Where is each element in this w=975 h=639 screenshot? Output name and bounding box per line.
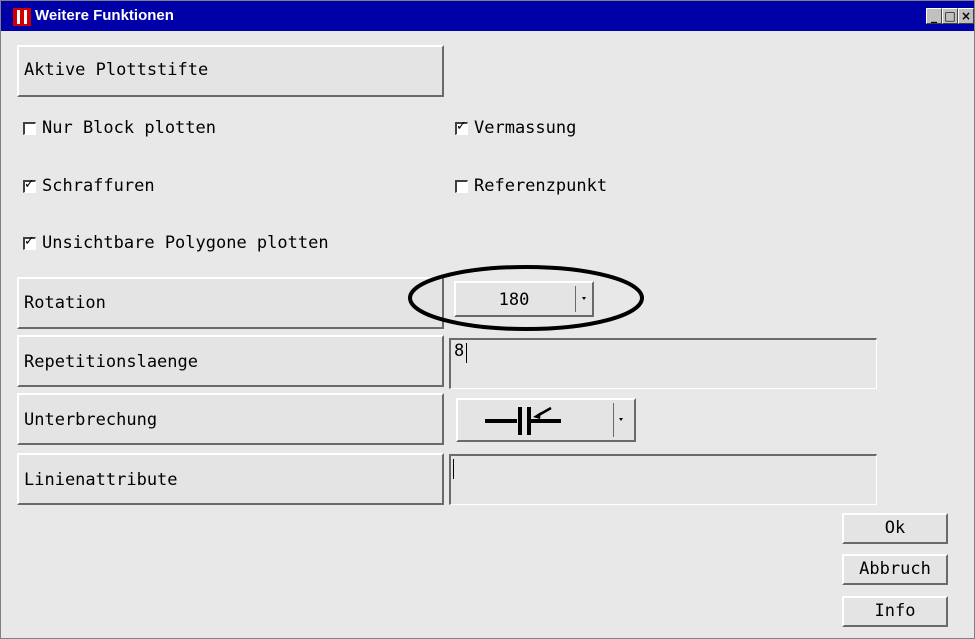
minimize-button[interactable]: _ — [926, 8, 942, 24]
repetition-length-value: 8 — [454, 341, 465, 361]
checkbox-box[interactable] — [23, 121, 36, 135]
title-bar[interactable]: Weitere Funktionen _ □ × — [1, 1, 974, 31]
dialog-window: Weitere Funktionen _ □ × Aktive Plottsti… — [0, 0, 975, 639]
checkbox-label: Nur Block plotten — [42, 118, 216, 138]
check-icon: ✓ — [456, 118, 467, 134]
rotation-button[interactable]: Rotation — [17, 277, 444, 329]
interruption-label: Unterbrechung — [24, 410, 158, 430]
checkbox-box[interactable] — [455, 179, 468, 193]
dropdown-separator — [613, 403, 614, 437]
info-button-label: Info — [874, 601, 916, 621]
window-title: Weitere Funktionen — [35, 7, 174, 24]
check-icon: ✓ — [24, 176, 35, 192]
line-attributes-input[interactable] — [449, 454, 877, 505]
text-cursor — [453, 459, 454, 479]
checkbox-vermassung[interactable]: ✓ Vermassung — [455, 118, 576, 138]
checkbox-label: Unsichtbare Polygone plotten — [42, 233, 329, 253]
close-button[interactable]: × — [958, 8, 974, 24]
checkbox-label: Vermassung — [474, 118, 577, 138]
line-attributes-button[interactable]: Linienattribute — [17, 453, 444, 505]
highlight-ellipse — [408, 265, 644, 331]
check-icon: ✓ — [24, 233, 35, 249]
ok-button-label: Ok — [884, 518, 906, 538]
checkbox-referenzpunkt[interactable]: Referenzpunkt — [455, 176, 607, 196]
cancel-button[interactable]: Abbruch — [842, 554, 948, 585]
info-button[interactable]: Info — [842, 596, 948, 627]
checkbox-box[interactable]: ✓ — [23, 233, 36, 250]
repetition-length-input[interactable]: 8 — [449, 338, 877, 389]
checkbox-label: Schraffuren — [42, 176, 155, 196]
line-attributes-label: Linienattribute — [24, 470, 178, 490]
ok-button[interactable]: Ok — [842, 513, 948, 544]
line-break-icon — [485, 406, 561, 435]
checkbox-box[interactable]: ✓ — [455, 118, 468, 135]
repetition-length-button[interactable]: Repetitionslaenge — [17, 335, 444, 387]
checkbox-schraffuren[interactable]: ✓ Schraffuren — [23, 176, 155, 196]
cancel-button-label: Abbruch — [859, 559, 931, 579]
checkbox-box[interactable]: ✓ — [23, 176, 36, 193]
maximize-button[interactable]: □ — [942, 8, 958, 24]
repetition-length-label: Repetitionslaenge — [24, 352, 198, 372]
app-icon — [13, 8, 31, 26]
active-plot-pens-button[interactable]: Aktive Plottstifte — [17, 45, 444, 97]
rotation-label: Rotation — [24, 293, 106, 313]
checkbox-nur-block[interactable]: Nur Block plotten — [23, 118, 216, 138]
active-plot-pens-label: Aktive Plottstifte — [24, 60, 209, 80]
text-cursor — [466, 343, 467, 363]
interruption-dropdown[interactable] — [456, 398, 636, 442]
chevron-down-icon[interactable] — [619, 418, 623, 421]
checkbox-unsichtbare-polygone[interactable]: ✓ Unsichtbare Polygone plotten — [23, 233, 329, 253]
checkbox-label: Referenzpunkt — [474, 176, 608, 196]
interruption-button[interactable]: Unterbrechung — [17, 393, 444, 445]
